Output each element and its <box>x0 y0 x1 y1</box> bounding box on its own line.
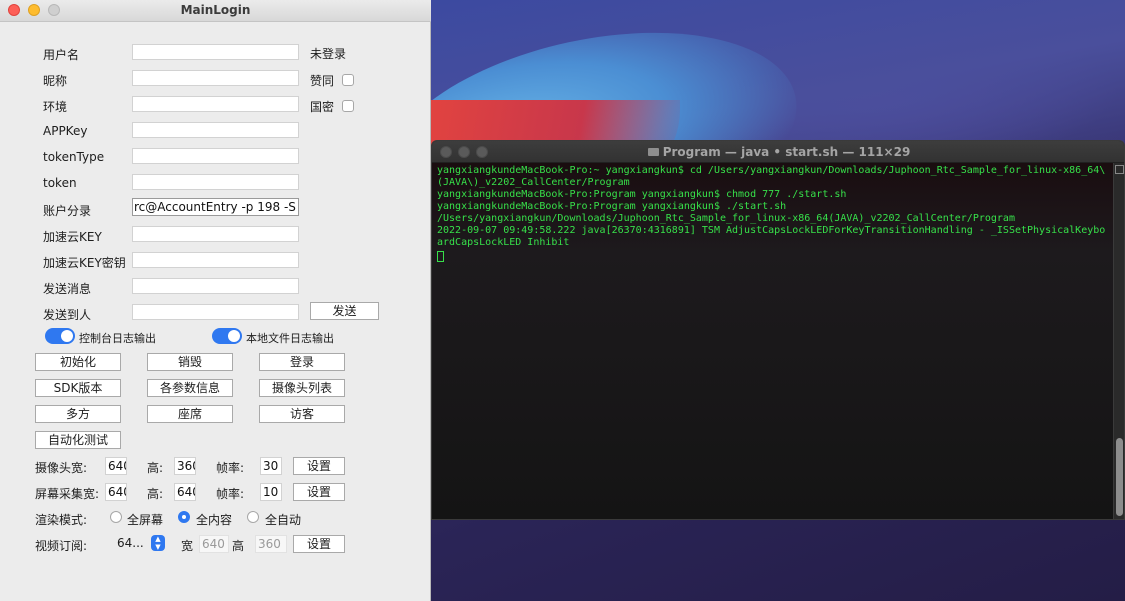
render-fullcontent-label: 全内容 <box>196 513 233 527</box>
folder-icon <box>647 148 659 156</box>
username-label: 用户名 <box>43 48 80 62</box>
terminal-title: Program — java • start.sh — 111×29 <box>662 145 911 159</box>
token-label: token <box>43 176 77 190</box>
zantong-label: 赞同 <box>310 74 335 88</box>
terminal-line: yangxiangkundeMacBook-Pro:Program yangxi… <box>437 201 787 212</box>
video-sub-label: 视频订阅: <box>35 539 88 553</box>
render-fullscreen-label: 全屏幕 <box>127 513 164 527</box>
camera-height-field[interactable]: 360 <box>174 457 196 475</box>
send-button[interactable]: 发送 <box>310 302 379 320</box>
video-sub-height-field[interactable]: 360 <box>255 535 287 553</box>
scroll-top-icon <box>1115 165 1124 174</box>
console-log-toggle[interactable] <box>45 328 75 344</box>
camera-width-field[interactable]: 640 <box>105 457 127 475</box>
env-field[interactable] <box>132 96 299 112</box>
multi-party-button[interactable]: 多方 <box>35 405 121 423</box>
destroy-button[interactable]: 销毁 <box>147 353 233 371</box>
init-button[interactable]: 初始化 <box>35 353 121 371</box>
login-status-text: 未登录 <box>310 47 347 61</box>
screen-height-label: 高: <box>147 487 164 501</box>
accel-secret-label: 加速云KEY密钥 <box>43 256 126 270</box>
screen-fps-label: 帧率: <box>216 487 245 501</box>
send-message-field[interactable] <box>132 278 299 294</box>
terminal-line: (JAVA\)_v2202_CallCenter/Program <box>437 177 630 188</box>
window-titlebar: MainLogin <box>0 0 431 22</box>
accel-key-field[interactable] <box>132 226 299 242</box>
account-entry-field[interactable]: rc@AccountEntry -p 198 -S 3; <box>132 198 299 216</box>
account-entry-label: 账户分录 <box>43 204 92 218</box>
guomi-checkbox[interactable] <box>342 100 354 112</box>
video-sub-set-button[interactable]: 设置 <box>293 535 345 553</box>
terminal-cursor <box>437 251 444 262</box>
sdk-version-button[interactable]: SDK版本 <box>35 379 121 397</box>
screen-width-field[interactable]: 640 <box>105 483 127 501</box>
render-auto-label: 全自动 <box>265 513 302 527</box>
send-to-label: 发送到人 <box>43 308 92 322</box>
nickname-field[interactable] <box>132 70 299 86</box>
video-sub-selected: 64... <box>117 536 144 550</box>
camera-width-label: 摄像头宽: <box>35 461 88 475</box>
render-fullscreen-radio[interactable] <box>110 511 122 523</box>
zantong-checkbox[interactable] <box>342 74 354 86</box>
camera-set-button[interactable]: 设置 <box>293 457 345 475</box>
terminal-titlebar: Program — java • start.sh — 111×29 <box>432 141 1124 163</box>
accel-secret-field[interactable] <box>132 252 299 268</box>
terminal-line: yangxiangkundeMacBook-Pro:~ yangxiangkun… <box>437 165 1106 176</box>
video-sub-select[interactable]: 64... ▲ ▼ <box>117 534 165 552</box>
agent-button[interactable]: 座席 <box>147 405 233 423</box>
video-sub-width-label: 宽 <box>181 539 194 553</box>
render-fullcontent-radio[interactable] <box>178 511 190 523</box>
appkey-field[interactable] <box>132 122 299 138</box>
tokentype-field[interactable] <box>132 148 299 164</box>
auto-test-button[interactable]: 自动化测试 <box>35 431 121 449</box>
terminal-scrollbar[interactable] <box>1113 163 1124 519</box>
camera-list-button[interactable]: 摄像头列表 <box>259 379 345 397</box>
file-log-label: 本地文件日志输出 <box>246 332 334 345</box>
guomi-label: 国密 <box>310 100 335 114</box>
nickname-label: 昵称 <box>43 74 68 88</box>
render-auto-radio[interactable] <box>247 511 259 523</box>
screen-set-button[interactable]: 设置 <box>293 483 345 501</box>
terminal-output[interactable]: yangxiangkundeMacBook-Pro:~ yangxiangkun… <box>432 163 1124 519</box>
send-to-field[interactable] <box>132 304 299 320</box>
window-title: MainLogin <box>180 3 251 17</box>
mainlogin-window: MainLogin 用户名 昵称 环境 APPKey tokenType tok… <box>0 0 431 601</box>
send-message-label: 发送消息 <box>43 282 92 296</box>
camera-fps-field[interactable]: 30 <box>260 457 282 475</box>
camera-fps-label: 帧率: <box>216 461 245 475</box>
terminal-line: /Users/yangxiangkun/Downloads/Juphoon_Rt… <box>437 213 1015 224</box>
terminal-line: 2022-09-07 09:49:58.222 java[26370:43168… <box>437 225 1106 236</box>
param-info-button[interactable]: 各参数信息 <box>147 379 233 397</box>
video-sub-height-label: 高 <box>232 539 245 553</box>
terminal-line: yangxiangkundeMacBook-Pro:Program yangxi… <box>437 189 847 200</box>
appkey-label: APPKey <box>43 124 88 138</box>
scrollbar-thumb[interactable] <box>1116 438 1123 516</box>
env-label: 环境 <box>43 100 68 114</box>
token-field[interactable] <box>132 174 299 190</box>
video-sub-width-field[interactable]: 640 <box>199 535 229 553</box>
accel-key-label: 加速云KEY <box>43 230 102 244</box>
terminal-line: ardCapsLockLED Inhibit <box>437 237 570 248</box>
visitor-button[interactable]: 访客 <box>259 405 345 423</box>
screen-fps-field[interactable]: 10 <box>260 483 282 501</box>
tokentype-label: tokenType <box>43 150 105 164</box>
console-log-label: 控制台日志输出 <box>79 332 156 345</box>
camera-height-label: 高: <box>147 461 164 475</box>
file-log-toggle[interactable] <box>212 328 242 344</box>
render-mode-label: 渲染模式: <box>35 513 88 527</box>
screen-height-field[interactable]: 640 <box>174 483 196 501</box>
screen-width-label: 屏幕采集宽: <box>35 487 100 501</box>
chevron-updown-icon: ▲ ▼ <box>151 535 165 551</box>
terminal-window: Program — java • start.sh — 111×29 yangx… <box>431 140 1125 520</box>
login-button[interactable]: 登录 <box>259 353 345 371</box>
username-field[interactable] <box>132 44 299 60</box>
